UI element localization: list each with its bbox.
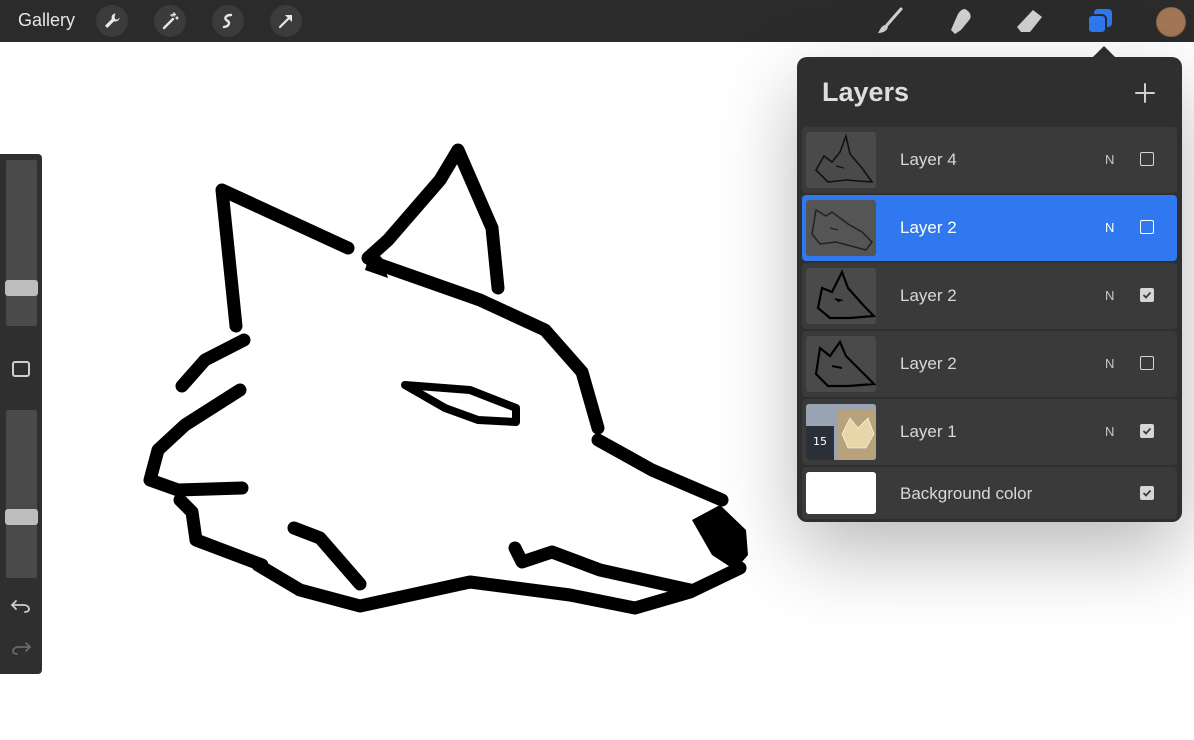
redo-icon[interactable] [10,638,32,656]
visibility-checkbox[interactable] [1140,220,1154,234]
magic-wand-icon[interactable] [154,5,186,37]
brush-size-thumb[interactable] [5,280,38,296]
blend-mode[interactable]: N [1105,288,1114,303]
layer-row[interactable]: Layer 4 N [802,127,1177,193]
layer-row[interactable]: Layer 2 N [802,331,1177,397]
undo-icon[interactable] [10,596,32,614]
layer-row[interactable]: 15 Layer 1 N [802,399,1177,465]
layer-thumbnail: 15 [806,404,876,460]
modify-button[interactable] [12,361,30,377]
visibility-checkbox[interactable] [1140,152,1154,166]
layer-name: Layer 4 [900,150,957,169]
blend-mode[interactable]: N [1105,152,1114,167]
smudge-icon[interactable] [944,5,976,37]
layers-panel: Layers Layer 4 N Layer 2 N Layer 2 N Lay… [797,57,1182,522]
visibility-checkbox[interactable] [1140,288,1154,302]
visibility-checkbox[interactable] [1140,356,1154,370]
brush-size-slider[interactable] [5,160,38,326]
opacity-thumb[interactable] [5,509,38,525]
brush-icon[interactable] [874,5,906,37]
color-swatch[interactable] [1156,7,1186,37]
layer-row[interactable]: Layer 2 N [802,263,1177,329]
layer-thumbnail [806,200,876,256]
panel-title: Layers [822,77,910,107]
layer-name: Layer 2 [900,218,957,237]
left-sidebar [0,154,42,674]
layers-icon[interactable] [1084,5,1116,37]
svg-text:15: 15 [813,435,827,448]
visibility-checkbox[interactable] [1140,424,1154,438]
gallery-button[interactable]: Gallery [18,10,75,31]
opacity-slider[interactable] [5,410,38,578]
blend-mode[interactable]: N [1105,356,1114,371]
eraser-icon[interactable] [1014,5,1046,37]
blend-mode[interactable]: N [1105,220,1114,235]
layer-name: Layer 2 [900,354,957,373]
background-label: Background color [900,484,1033,503]
background-color-row[interactable]: Background color [802,467,1177,519]
layer-thumbnail [806,268,876,324]
background-swatch [806,472,876,514]
layer-name: Layer 2 [900,286,957,305]
top-toolbar: Gallery [0,0,1194,42]
layer-row-selected[interactable]: Layer 2 N [802,195,1177,261]
wrench-icon[interactable] [96,5,128,37]
blend-mode[interactable]: N [1105,424,1114,439]
visibility-checkbox[interactable] [1140,486,1154,500]
transform-arrow-icon[interactable] [270,5,302,37]
layer-thumbnail [806,132,876,188]
layer-name: Layer 1 [900,422,957,441]
plus-icon[interactable] [1133,81,1157,105]
selection-icon[interactable] [212,5,244,37]
layer-thumbnail [806,336,876,392]
